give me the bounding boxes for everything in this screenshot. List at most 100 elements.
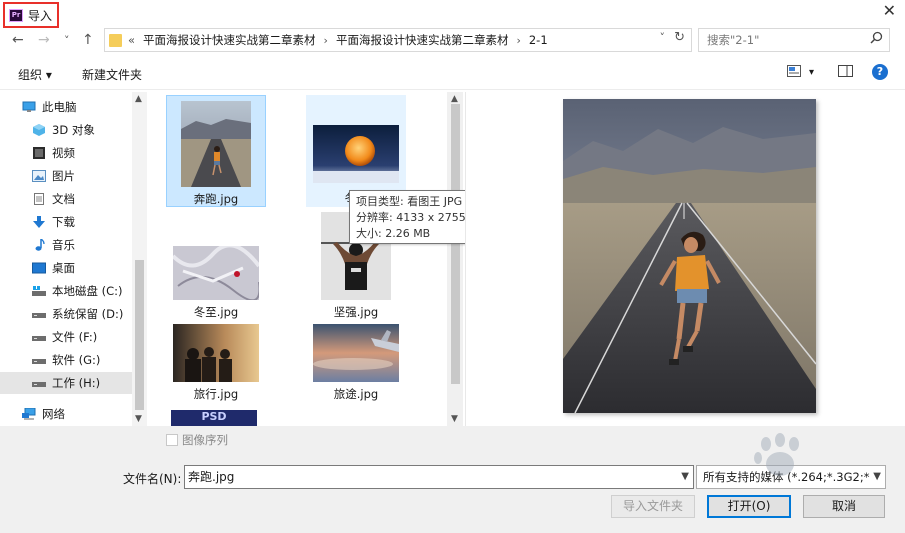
sidebar-item-network[interactable]: 网络	[0, 403, 132, 425]
sidebar-item-label: 此电脑	[42, 100, 77, 114]
breadcrumb-overflow[interactable]: «	[128, 33, 135, 47]
sidebar-item-label: 音乐	[52, 238, 75, 252]
navigation-pane: 此电脑 3D 对象 视频 图片 文档 下载 音乐 桌面 本地磁盘 (C:) 系统…	[0, 92, 147, 426]
sidebar-item-drive-c[interactable]: 本地磁盘 (C:)	[0, 280, 132, 302]
help-icon[interactable]: ?	[872, 64, 888, 80]
file-name: 旅途.jpg	[333, 387, 379, 401]
title-bar: Pr 导入 ✕	[0, 0, 905, 28]
desktop-icon	[32, 262, 46, 274]
up-folder-icon[interactable]: ↑	[82, 32, 94, 48]
drive-icon	[32, 359, 46, 364]
cube-icon	[33, 124, 45, 136]
address-dropdown-icon[interactable]: ˅	[660, 31, 666, 44]
file-thumbnail	[181, 101, 251, 187]
cancel-button[interactable]: 取消	[803, 495, 885, 518]
breadcrumb-separator[interactable]: ›	[516, 34, 520, 47]
recent-locations-dropdown-icon[interactable]: ˅	[64, 34, 70, 47]
scroll-down-icon[interactable]: ▼	[451, 414, 458, 424]
import-folder-button[interactable]: 导入文件夹	[611, 495, 695, 518]
filename-field[interactable]: 奔跑.jpg ▼	[184, 465, 694, 489]
image-sequence-label: 图像序列	[182, 433, 228, 447]
breadcrumb-item[interactable]: 2-1	[529, 33, 548, 47]
back-icon[interactable]: ←	[12, 32, 24, 48]
search-icon[interactable]	[870, 30, 883, 52]
drive-icon	[32, 313, 46, 318]
breadcrumb-item[interactable]: 平面海报设计快速实战第二章素材	[336, 32, 509, 48]
view-options-dropdown-icon[interactable]: ▾	[809, 67, 814, 78]
file-item[interactable]: 奔跑.jpg	[166, 95, 266, 207]
download-icon	[33, 216, 45, 228]
file-list-scrollbar[interactable]: ▲ ▼	[447, 92, 463, 426]
sidebar-item-label: 图片	[52, 169, 75, 183]
search-placeholder: 搜索"2-1"	[707, 33, 760, 47]
sidebar-item-drive-g[interactable]: 软件 (G:)	[0, 349, 132, 371]
scroll-down-icon[interactable]: ▼	[135, 414, 142, 424]
close-icon[interactable]: ✕	[883, 1, 896, 20]
filename-value: 奔跑.jpg	[188, 470, 235, 484]
navigation-row: ← → ˅ ↑ « 平面海报设计快速实战第二章素材 › 平面海报设计快速实战第二…	[0, 28, 905, 54]
file-item[interactable]: PSD	[166, 407, 266, 426]
file-thumbnail	[313, 125, 399, 183]
sidebar-item-drive-d[interactable]: 系统保留 (D:)	[0, 303, 132, 325]
folder-icon	[109, 33, 122, 47]
file-thumbnail	[173, 246, 259, 300]
preview-image	[563, 99, 816, 413]
file-thumbnail	[313, 324, 399, 382]
sidebar-item-music[interactable]: 音乐	[0, 234, 132, 256]
sidebar-item-drive-h[interactable]: 工作 (H:)	[0, 372, 132, 394]
sidebar-item-label: 网络	[42, 407, 65, 421]
document-icon	[34, 193, 44, 205]
scrollbar-thumb[interactable]	[135, 260, 144, 410]
premiere-logo-icon: Pr	[9, 8, 23, 22]
file-name: 奔跑.jpg	[193, 192, 239, 206]
sidebar-scrollbar[interactable]: ▲ ▼	[132, 92, 147, 426]
file-type-filter-value: 所有支持的媒体 (*.264;*.3G2;*	[703, 470, 870, 484]
sidebar-item-label: 3D 对象	[52, 123, 95, 137]
filename-dropdown-icon[interactable]: ▼	[681, 466, 689, 488]
file-item[interactable]: 旅途.jpg	[306, 324, 406, 426]
image-sequence-checkbox[interactable]	[166, 434, 178, 446]
sidebar-item-label: 下载	[52, 215, 75, 229]
dialog-footer: 图像序列 文件名(N): 奔跑.jpg ▼ 所有支持的媒体 (*.264;*.3…	[0, 426, 905, 533]
sidebar-item-pictures[interactable]: 图片	[0, 165, 132, 187]
organize-menu-button[interactable]: 组织 ▾	[18, 66, 52, 83]
network-icon	[22, 408, 36, 420]
sidebar-item-drive-f[interactable]: 文件 (F:)	[0, 326, 132, 348]
sidebar-item-label: 桌面	[52, 261, 75, 275]
sidebar-item-label: 系统保留 (D:)	[52, 307, 124, 321]
chevron-down-icon[interactable]: ▼	[873, 466, 881, 488]
scroll-up-icon[interactable]: ▲	[451, 94, 458, 104]
preview-pane	[465, 92, 905, 426]
sidebar-item-downloads[interactable]: 下载	[0, 211, 132, 233]
scrollbar-thumb[interactable]	[451, 104, 460, 384]
sidebar-item-this-pc[interactable]: 此电脑	[0, 96, 132, 118]
title-highlight-box: Pr 导入	[3, 2, 59, 28]
search-input[interactable]: 搜索"2-1"	[698, 28, 890, 52]
sidebar-item-3d-objects[interactable]: 3D 对象	[0, 119, 132, 141]
forward-icon[interactable]: →	[38, 32, 50, 48]
breadcrumb-separator[interactable]: ›	[324, 34, 328, 47]
file-list: 奔跑.jpg 冬天 冬至.jpg	[150, 92, 464, 426]
file-type-filter-select[interactable]: 所有支持的媒体 (*.264;*.3G2;* ▼	[696, 465, 886, 489]
view-mode-icon[interactable]	[787, 65, 801, 80]
music-icon	[35, 239, 45, 251]
breadcrumb-item[interactable]: 平面海报设计快速实战第二章素材	[143, 32, 316, 48]
address-bar[interactable]: « 平面海报设计快速实战第二章素材 › 平面海报设计快速实战第二章素材 › 2-…	[104, 28, 692, 52]
file-name: 坚强.jpg	[333, 305, 379, 319]
sidebar-item-documents[interactable]: 文档	[0, 188, 132, 210]
open-button[interactable]: 打开(O)	[707, 495, 791, 518]
sidebar-item-label: 视频	[52, 146, 75, 160]
sidebar-item-desktop[interactable]: 桌面	[0, 257, 132, 279]
scroll-up-icon[interactable]: ▲	[135, 94, 142, 104]
breadcrumb: « 平面海报设计快速实战第二章素材 › 平面海报设计快速实战第二章素材 › 2-…	[128, 32, 548, 48]
refresh-icon[interactable]: ↻	[674, 30, 685, 45]
window-title: 导入	[28, 8, 53, 23]
psd-file-icon: PSD	[171, 410, 257, 426]
picture-icon	[32, 170, 46, 182]
file-name: 旅行.jpg	[193, 387, 239, 401]
computer-icon	[22, 101, 36, 112]
filename-label: 文件名(N):	[123, 472, 182, 486]
preview-pane-icon[interactable]	[838, 65, 853, 80]
new-folder-button[interactable]: 新建文件夹	[82, 66, 142, 83]
sidebar-item-videos[interactable]: 视频	[0, 142, 132, 164]
